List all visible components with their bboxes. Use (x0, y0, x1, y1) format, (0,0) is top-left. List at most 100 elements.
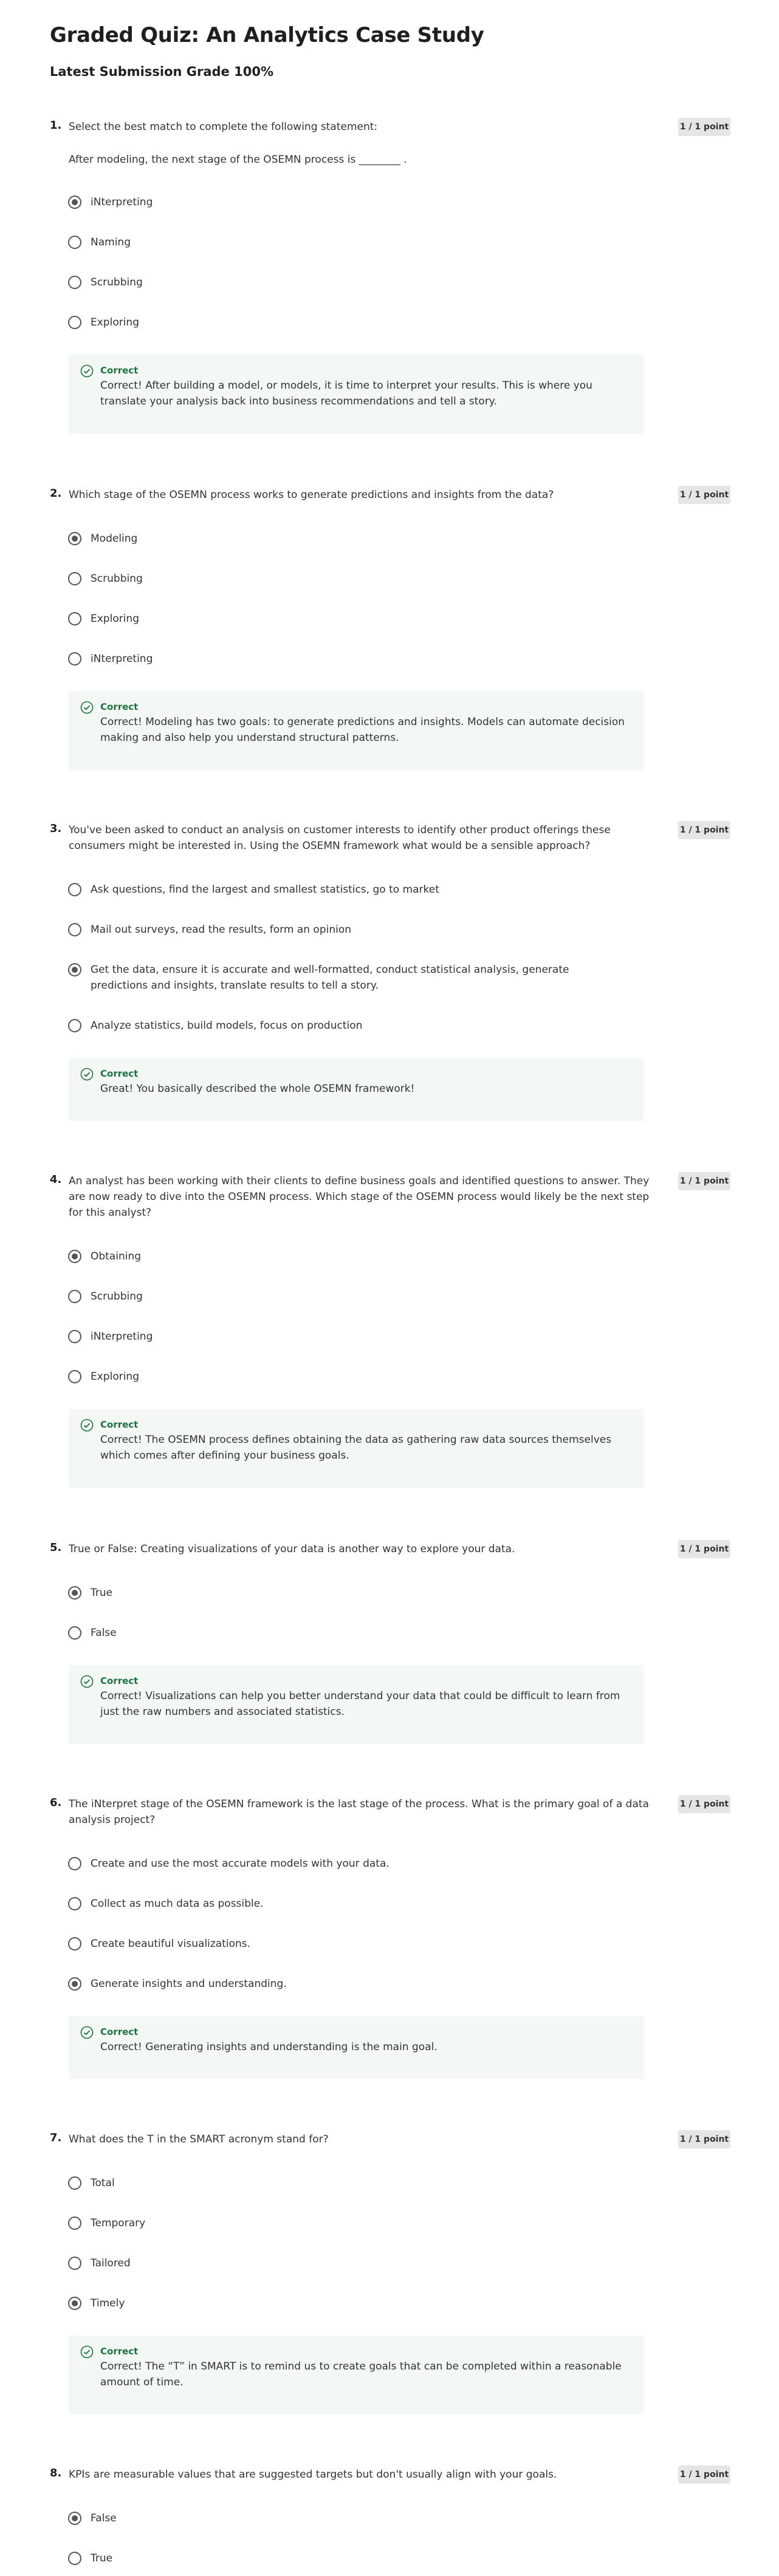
check-circle-icon (80, 2345, 94, 2359)
points-badge: 1 / 1 point (678, 1795, 730, 1813)
points-badge: 1 / 1 point (678, 2130, 730, 2148)
option-label: Tailored (91, 2257, 131, 2269)
option[interactable]: True (68, 1585, 625, 1601)
radio[interactable] (68, 1897, 81, 1910)
option[interactable]: iNterpreting (68, 651, 625, 667)
radio[interactable] (68, 1370, 81, 1383)
question-number: 7. (50, 2131, 62, 2144)
feedback-box: Correct Correct! The OSEMN process defin… (69, 1409, 643, 1488)
option[interactable]: Timely (68, 2295, 625, 2311)
feedback-box: Correct Great! You basically described t… (69, 1058, 643, 1121)
radio[interactable] (68, 2176, 81, 2190)
option[interactable]: iNterpreting (68, 194, 625, 210)
question-number: 2. (50, 487, 62, 500)
radio[interactable] (68, 236, 81, 249)
option-label: Create and use the most accurate models … (91, 1858, 390, 1870)
option[interactable]: Exploring (68, 1369, 625, 1385)
radio[interactable] (68, 1937, 81, 1951)
option[interactable]: Analyze statistics, build models, focus … (68, 1018, 625, 1034)
submission-grade: Latest Submission Grade 100% (50, 64, 273, 79)
radio-selected[interactable] (68, 196, 81, 209)
feedback-title: Correct (100, 365, 139, 376)
option[interactable]: Exploring (68, 315, 625, 330)
option[interactable]: Scrubbing (68, 571, 625, 587)
option[interactable]: Collect as much data as possible. (68, 1896, 625, 1912)
check-circle-icon (80, 701, 94, 714)
feedback-text: Correct! The OSEMN process defines obtai… (100, 1434, 612, 1462)
feedback-box: Correct Correct! Visualizations can help… (69, 1665, 643, 1744)
option-label: iNterpreting (91, 653, 153, 665)
option[interactable]: Ask questions, find the largest and smal… (68, 882, 625, 898)
option[interactable]: True (68, 2550, 625, 2566)
option-label: Generate insights and understanding. (91, 1978, 287, 1990)
question-prompt: What does the T in the SMART acronym sta… (69, 2133, 329, 2145)
radio[interactable] (68, 1330, 81, 1343)
radio[interactable] (68, 1290, 81, 1303)
option[interactable]: Scrubbing (68, 274, 625, 290)
option[interactable]: Scrubbing (68, 1289, 625, 1304)
option-label: Get the data, ensure it is accurate and … (91, 964, 569, 992)
feedback-title: Correct (100, 1419, 139, 1430)
option[interactable]: Generate insights and understanding. (68, 1976, 625, 1992)
feedback-text: Correct! After building a model, or mode… (100, 380, 592, 407)
option[interactable]: Total (68, 2175, 625, 2191)
radio-selected[interactable] (68, 1250, 81, 1263)
option-label: True (91, 1587, 113, 1599)
option-label: Temporary (91, 2217, 146, 2229)
radio[interactable] (68, 2217, 81, 2230)
question-number: 5. (50, 1541, 62, 1554)
radio-selected[interactable] (68, 1977, 81, 1991)
radio[interactable] (68, 1626, 81, 1640)
points-badge: 1 / 1 point (678, 118, 730, 136)
radio[interactable] (68, 883, 81, 896)
option[interactable]: Mail out surveys, read the results, form… (68, 922, 625, 938)
question-prompt: An analyst has been working with their c… (69, 1175, 650, 1219)
radio-selected[interactable] (68, 532, 81, 545)
option-label: Obtaining (91, 1250, 142, 1262)
question-prompt-line: Select the best match to complete the fo… (69, 121, 378, 133)
option[interactable]: Modeling (68, 531, 625, 547)
page-title: Graded Quiz: An Analytics Case Study (50, 23, 484, 47)
option-label: False (91, 2512, 117, 2524)
option[interactable]: iNterpreting (68, 1329, 625, 1344)
check-circle-icon (80, 1675, 94, 1688)
option[interactable]: Naming (68, 234, 625, 250)
option-label: Analyze statistics, build models, focus … (91, 1020, 363, 1032)
feedback-text: Correct! Modeling has two goals: to gene… (100, 716, 625, 744)
radio[interactable] (68, 652, 81, 666)
radio[interactable] (68, 1857, 81, 1870)
feedback-box: Correct Correct! The “T” in SMART is to … (69, 2336, 643, 2414)
radio[interactable] (68, 316, 81, 329)
radio[interactable] (68, 572, 81, 585)
option[interactable]: Create beautiful visualizations. (68, 1936, 625, 1952)
radio-selected[interactable] (68, 2512, 81, 2525)
option[interactable]: Create and use the most accurate models … (68, 1856, 625, 1872)
option[interactable]: False (68, 1625, 625, 1641)
radio[interactable] (68, 2257, 81, 2270)
radio[interactable] (68, 2552, 81, 2565)
option-label: Naming (91, 236, 131, 248)
radio-selected[interactable] (68, 1586, 81, 1600)
question-prompt: KPIs are measurable values that are sugg… (69, 2469, 557, 2481)
radio[interactable] (68, 923, 81, 936)
feedback-text: Correct! The “T” in SMART is to remind u… (100, 2360, 622, 2388)
option[interactable]: Exploring (68, 611, 625, 627)
option[interactable]: False (68, 2510, 625, 2526)
check-circle-icon (80, 1068, 94, 1081)
radio[interactable] (68, 276, 81, 289)
radio-selected[interactable] (68, 2297, 81, 2310)
option[interactable]: Temporary (68, 2215, 625, 2231)
option[interactable]: Obtaining (68, 1249, 625, 1264)
feedback-box: Correct Correct! After building a model,… (69, 355, 643, 434)
option-label: iNterpreting (91, 1331, 153, 1343)
check-circle-icon (80, 1419, 94, 1432)
option-label: Exploring (91, 1371, 139, 1383)
option-label: Modeling (91, 533, 138, 545)
radio[interactable] (68, 612, 81, 625)
option[interactable]: Tailored (68, 2255, 625, 2271)
points-badge: 1 / 1 point (678, 2465, 730, 2484)
option[interactable]: Get the data, ensure it is accurate and … (68, 962, 625, 993)
radio[interactable] (68, 1019, 81, 1032)
radio-selected[interactable] (68, 963, 81, 976)
points-badge: 1 / 1 point (678, 1172, 730, 1190)
